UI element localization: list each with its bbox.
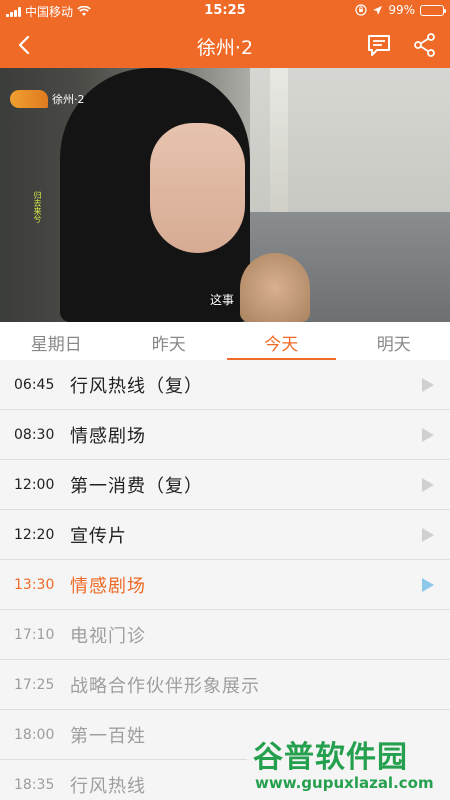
day-tabs: 星期日 昨天 今天 明天 — [0, 322, 450, 360]
program-title: 宣传片 — [70, 525, 127, 547]
program-time: 12:20 — [14, 526, 55, 543]
battery-icon — [420, 4, 446, 16]
program-title: 第一百姓 — [70, 725, 146, 747]
program-time: 13:30 — [14, 576, 55, 593]
channel-logo-text: 徐州·2 — [52, 93, 85, 106]
list-item[interactable]: 17:25 战略合作伙伴形象展示 — [0, 660, 450, 710]
comment-icon[interactable] — [364, 30, 394, 60]
video-person-face — [150, 123, 245, 253]
channel-logo-mark — [10, 90, 48, 108]
program-title: 电视门诊 — [70, 625, 146, 647]
share-icon[interactable] — [410, 30, 440, 60]
program-title: 行风热线 — [70, 775, 146, 797]
program-time: 08:30 — [14, 426, 55, 443]
video-lamp — [270, 68, 288, 218]
list-item-current[interactable]: 13:30 情感剧场 — [0, 560, 450, 610]
program-time: 17:10 — [14, 626, 55, 643]
program-time: 17:25 — [14, 676, 55, 693]
vertical-caption: 归去来兮 — [33, 191, 42, 223]
play-icon[interactable] — [422, 478, 434, 492]
program-title: 情感剧场 — [70, 425, 146, 447]
tab-yesterday[interactable]: 昨天 — [113, 322, 226, 360]
list-item[interactable]: 06:45 行风热线（复） — [0, 360, 450, 410]
rotation-lock-icon — [355, 4, 367, 16]
location-icon — [373, 5, 383, 15]
program-title: 情感剧场 — [70, 575, 146, 597]
list-item[interactable]: 12:20 宣传片 — [0, 510, 450, 560]
program-time: 12:00 — [14, 476, 55, 493]
video-subtitle: 这事 — [210, 293, 235, 307]
program-title: 战略合作伙伴形象展示 — [70, 675, 260, 697]
tab-sunday[interactable]: 星期日 — [0, 322, 113, 360]
tab-today[interactable]: 今天 — [225, 322, 338, 360]
program-title: 第一消费（复） — [70, 475, 203, 497]
list-item[interactable]: 12:00 第一消费（复） — [0, 460, 450, 510]
video-teddy-bear — [240, 253, 310, 322]
play-icon[interactable] — [422, 578, 434, 592]
program-title: 行风热线（复） — [70, 375, 203, 397]
list-item[interactable]: 08:30 情感剧场 — [0, 410, 450, 460]
program-time: 06:45 — [14, 376, 55, 393]
play-icon[interactable] — [422, 428, 434, 442]
site-watermark: 谷普软件园 www.gupuxlazal.com — [247, 730, 450, 800]
status-bar: 中国移动 15:25 99% — [0, 0, 450, 22]
play-icon[interactable] — [422, 528, 434, 542]
video-player[interactable]: 徐州·2 归去来兮 这事 — [0, 68, 450, 322]
channel-logo: 徐州·2 — [10, 90, 85, 108]
program-time: 18:00 — [14, 726, 55, 743]
battery-percent: 99% — [388, 3, 415, 17]
list-item[interactable]: 17:10 电视门诊 — [0, 610, 450, 660]
nav-bar: 徐州·2 — [0, 22, 450, 68]
tab-tomorrow[interactable]: 明天 — [338, 322, 450, 360]
watermark-title: 谷普软件园 — [253, 740, 408, 775]
play-icon[interactable] — [422, 378, 434, 392]
watermark-url: www.gupuxlazal.com — [255, 774, 434, 792]
program-time: 18:35 — [14, 776, 55, 793]
